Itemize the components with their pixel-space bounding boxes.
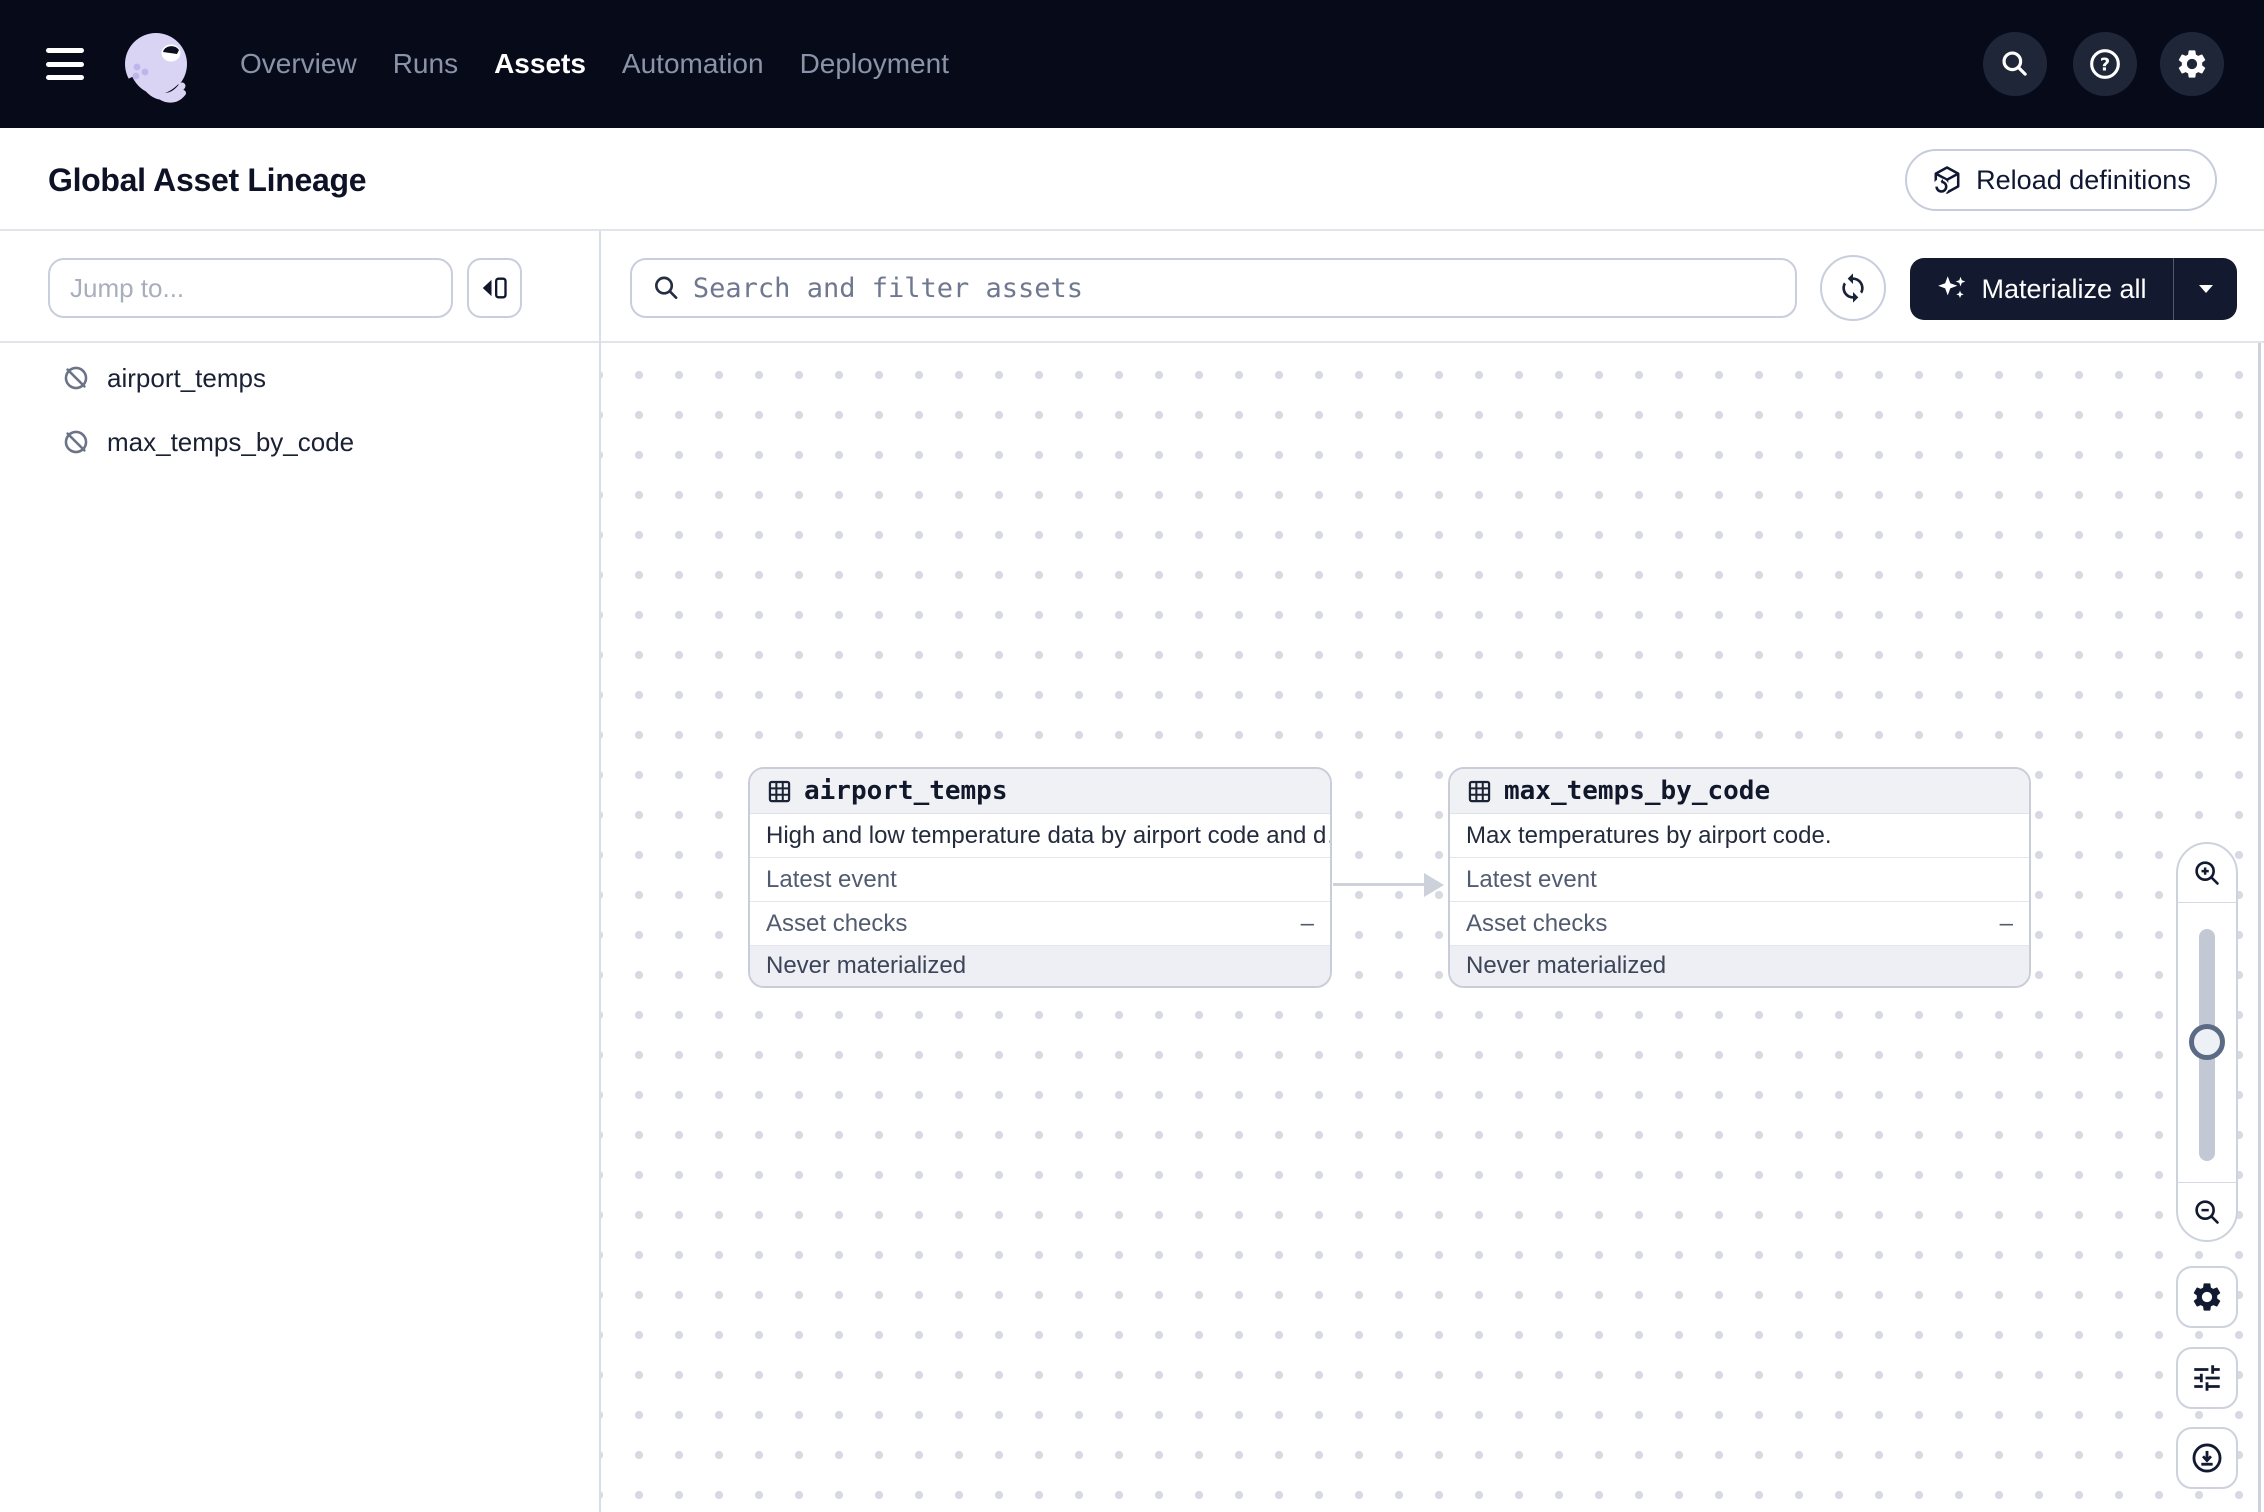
asset-node-status: Never materialized: [1450, 946, 2029, 986]
asset-node-name: max_temps_by_code: [1504, 776, 1770, 806]
help-button[interactable]: ?: [2073, 32, 2137, 96]
cube-refresh-icon: [1931, 164, 1963, 196]
nav-item-overview[interactable]: Overview: [240, 48, 357, 80]
collapse-sidebar-button[interactable]: [467, 258, 522, 318]
reload-definitions-button[interactable]: Reload definitions: [1905, 149, 2217, 211]
asset-node-name: airport_temps: [804, 776, 1008, 806]
asset-checks-label: Asset checks: [766, 910, 907, 938]
menu-icon[interactable]: [46, 48, 86, 80]
zoom-slider-area: [2178, 903, 2236, 1182]
primary-nav: Overview Runs Assets Automation Deployme…: [240, 0, 949, 128]
asset-search-input[interactable]: [693, 273, 1775, 304]
materialize-all-main[interactable]: Materialize all: [1910, 273, 2173, 305]
circle-slash-icon: [62, 428, 90, 456]
refresh-button[interactable]: [1820, 255, 1886, 321]
search-icon: [1999, 48, 2031, 80]
circle-slash-icon: [62, 364, 90, 392]
asset-search-box: [630, 258, 1797, 318]
jump-to-input[interactable]: [70, 273, 431, 304]
asset-list-label: max_temps_by_code: [107, 427, 354, 458]
zoom-out-icon: [2192, 1197, 2222, 1227]
asset-node-checks-row: Asset checks –: [1450, 902, 2029, 946]
reload-definitions-label: Reload definitions: [1976, 165, 2191, 196]
asset-checks-value: –: [1301, 910, 1314, 938]
asset-node-latest-event: Latest event: [1450, 858, 2029, 902]
zoom-slider-thumb[interactable]: [2189, 1024, 2225, 1060]
zoom-out-button[interactable]: [2178, 1182, 2236, 1240]
materialize-all-button[interactable]: Materialize all: [1910, 258, 2237, 320]
graph-filters-button[interactable]: [2176, 1347, 2238, 1409]
materialize-options-button[interactable]: [2173, 258, 2237, 320]
asset-checks-value: –: [2000, 910, 2013, 938]
table-icon: [1466, 778, 1493, 805]
zoom-in-icon: [2192, 858, 2222, 888]
zoom-control: [2176, 842, 2238, 1242]
sparkles-icon: [1936, 273, 1968, 305]
materialize-all-label: Materialize all: [1981, 274, 2146, 305]
table-icon: [766, 778, 793, 805]
top-nav-bar: Overview Runs Assets Automation Deployme…: [0, 0, 2264, 128]
gear-icon: [2190, 1280, 2224, 1314]
nav-item-assets[interactable]: Assets: [494, 48, 586, 80]
jump-to-box: [48, 258, 453, 318]
search-icon: [652, 273, 681, 303]
nav-item-deployment[interactable]: Deployment: [800, 48, 949, 80]
asset-list-label: airport_temps: [107, 363, 266, 394]
asset-node-description: Max temperatures by airport code.: [1450, 814, 2029, 858]
asset-node-description: High and low temperature data by airport…: [750, 814, 1330, 858]
chevron-down-icon: [2199, 285, 2213, 294]
zoom-in-button[interactable]: [2178, 844, 2236, 903]
asset-list-item-airport-temps[interactable]: airport_temps: [0, 346, 600, 410]
graph-settings-button[interactable]: [2176, 1266, 2238, 1328]
asset-list-item-max-temps-by-code[interactable]: max_temps_by_code: [0, 410, 600, 474]
canvas-scrollbar[interactable]: [2258, 343, 2261, 1512]
nav-item-automation[interactable]: Automation: [622, 48, 764, 80]
asset-node-checks-row: Asset checks –: [750, 902, 1330, 946]
download-icon: [2190, 1441, 2224, 1475]
asset-checks-label: Asset checks: [1466, 910, 1607, 938]
asset-node-header[interactable]: max_temps_by_code: [1450, 769, 2029, 814]
help-icon: ?: [2088, 47, 2122, 81]
gear-icon: [2175, 47, 2209, 81]
asset-node-status: Never materialized: [750, 946, 1330, 986]
asset-list-panel: airport_temps max_temps_by_code: [0, 343, 600, 1512]
download-graph-button[interactable]: [2176, 1427, 2238, 1489]
sync-icon: [1837, 272, 1869, 304]
page-title: Global Asset Lineage: [48, 162, 366, 199]
lineage-edge-arrowhead: [1424, 873, 1444, 897]
user-settings-button[interactable]: [2160, 32, 2224, 96]
asset-node-latest-event: Latest event: [750, 858, 1330, 902]
asset-node-max-temps-by-code[interactable]: max_temps_by_code Max temperatures by ai…: [1448, 767, 2031, 988]
tune-icon: [2190, 1361, 2224, 1395]
asset-node-header[interactable]: airport_temps: [750, 769, 1330, 814]
svg-text:?: ?: [2100, 56, 2110, 76]
lineage-edge: [1333, 883, 1429, 886]
dagster-logo-icon[interactable]: [116, 26, 200, 110]
panel-collapse-left-icon: [481, 274, 509, 302]
asset-node-airport-temps[interactable]: airport_temps High and low temperature d…: [748, 767, 1332, 988]
nav-item-runs[interactable]: Runs: [393, 48, 458, 80]
search-button[interactable]: [1983, 32, 2047, 96]
